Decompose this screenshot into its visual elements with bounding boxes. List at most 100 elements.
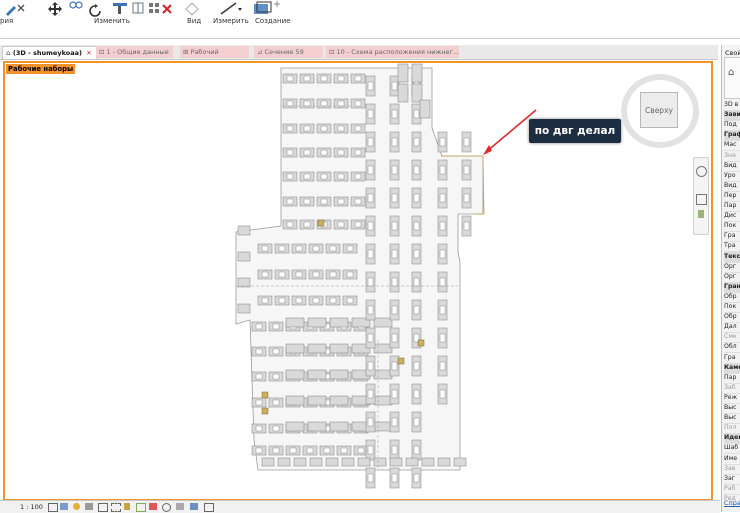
bay-marker[interactable] (303, 125, 311, 132)
parking-bay[interactable] (373, 457, 387, 467)
help-link[interactable]: Спра (724, 499, 740, 507)
bay-marker[interactable] (337, 198, 345, 205)
parking-bay[interactable] (453, 457, 467, 467)
bay-marker[interactable] (413, 221, 420, 231)
crop-icon[interactable] (98, 503, 108, 512)
sun-path-icon[interactable] (73, 503, 80, 510)
bay-marker[interactable] (286, 100, 294, 107)
bay-marker[interactable] (439, 277, 446, 287)
bay-marker[interactable] (272, 373, 280, 380)
bay-marker[interactable] (278, 245, 286, 252)
parking-bay[interactable] (285, 343, 305, 354)
bay-marker[interactable] (255, 399, 263, 406)
parking-bay[interactable] (373, 369, 393, 380)
bay-marker[interactable] (312, 271, 320, 278)
bay-marker[interactable] (320, 149, 328, 156)
bay-marker[interactable] (439, 361, 446, 371)
bay-marker[interactable] (413, 193, 420, 203)
bay-marker[interactable] (463, 165, 470, 175)
highlighted-element[interactable] (261, 407, 269, 415)
bay-marker[interactable] (303, 198, 311, 205)
bay-marker[interactable] (340, 447, 348, 454)
visual-style-icon[interactable] (60, 503, 68, 510)
bay-marker[interactable] (391, 249, 398, 259)
detail-level-icon[interactable] (48, 503, 58, 512)
temporary-hide-icon[interactable] (136, 503, 146, 512)
bay-marker[interactable] (463, 137, 470, 147)
bay-marker[interactable] (255, 425, 263, 432)
bay-marker[interactable] (354, 149, 362, 156)
highlighted-element[interactable] (317, 219, 325, 227)
bay-marker[interactable] (303, 149, 311, 156)
bay-marker[interactable] (367, 361, 374, 371)
bay-marker[interactable] (320, 125, 328, 132)
bay-marker[interactable] (272, 323, 280, 330)
bay-marker[interactable] (337, 173, 345, 180)
bay-marker[interactable] (320, 100, 328, 107)
bay-marker[interactable] (354, 173, 362, 180)
bay-marker[interactable] (255, 323, 263, 330)
bay-marker[interactable] (320, 75, 328, 82)
parking-bay[interactable] (341, 457, 355, 467)
bay-marker[interactable] (439, 249, 446, 259)
parking-bay[interactable] (285, 369, 305, 380)
bay-marker[interactable] (278, 271, 286, 278)
bay-marker[interactable] (337, 149, 345, 156)
highlighted-element[interactable] (417, 339, 425, 347)
bay-marker[interactable] (272, 425, 280, 432)
parking-bay[interactable] (357, 457, 371, 467)
parking-bay-vertical[interactable] (397, 63, 409, 83)
parking-bay[interactable] (325, 457, 339, 467)
parking-bay[interactable] (285, 317, 305, 328)
parking-bay[interactable] (309, 457, 323, 467)
parking-bay[interactable] (373, 343, 393, 354)
parking-bay-vertical[interactable] (411, 63, 423, 83)
bay-marker[interactable] (413, 473, 420, 483)
bay-marker[interactable] (320, 173, 328, 180)
bay-marker[interactable] (261, 271, 269, 278)
bay-marker[interactable] (303, 173, 311, 180)
bay-marker[interactable] (367, 445, 374, 455)
parking-bay[interactable] (307, 395, 327, 406)
parking-bay[interactable] (437, 457, 451, 467)
parking-bay[interactable] (237, 277, 251, 288)
bay-marker[interactable] (391, 445, 398, 455)
parking-bay[interactable] (373, 395, 393, 406)
bay-marker[interactable] (286, 125, 294, 132)
bay-marker[interactable] (320, 198, 328, 205)
bay-marker[interactable] (391, 165, 398, 175)
parking-bay[interactable] (405, 457, 419, 467)
parking-bay[interactable] (285, 395, 305, 406)
highlight-icon[interactable] (190, 503, 198, 510)
bay-marker[interactable] (367, 305, 374, 315)
parking-bay[interactable] (329, 421, 349, 432)
bay-marker[interactable] (391, 277, 398, 287)
bay-marker[interactable] (367, 137, 374, 147)
bay-marker[interactable] (463, 193, 470, 203)
parking-bay-vertical[interactable] (397, 83, 409, 103)
bay-marker[interactable] (346, 271, 354, 278)
bay-marker[interactable] (286, 149, 294, 156)
bay-marker[interactable] (286, 221, 294, 228)
bay-marker[interactable] (354, 221, 362, 228)
bay-marker[interactable] (272, 348, 280, 355)
bay-marker[interactable] (255, 373, 263, 380)
parking-bay[interactable] (307, 369, 327, 380)
bay-marker[interactable] (391, 333, 398, 343)
constraints-icon[interactable] (204, 503, 214, 512)
bay-marker[interactable] (391, 109, 398, 119)
bay-marker[interactable] (439, 165, 446, 175)
bay-marker[interactable] (303, 221, 311, 228)
bay-marker[interactable] (303, 75, 311, 82)
bay-marker[interactable] (413, 417, 420, 427)
bay-marker[interactable] (337, 75, 345, 82)
parking-bay[interactable] (389, 457, 403, 467)
bay-marker[interactable] (329, 271, 337, 278)
bay-marker[interactable] (367, 165, 374, 175)
bay-marker[interactable] (413, 445, 420, 455)
parking-bay[interactable] (293, 457, 307, 467)
zoom-icon[interactable] (696, 194, 707, 205)
parking-bay[interactable] (307, 343, 327, 354)
floor-plan-drawing[interactable] (0, 0, 740, 512)
parking-bay-vertical[interactable] (411, 83, 423, 103)
